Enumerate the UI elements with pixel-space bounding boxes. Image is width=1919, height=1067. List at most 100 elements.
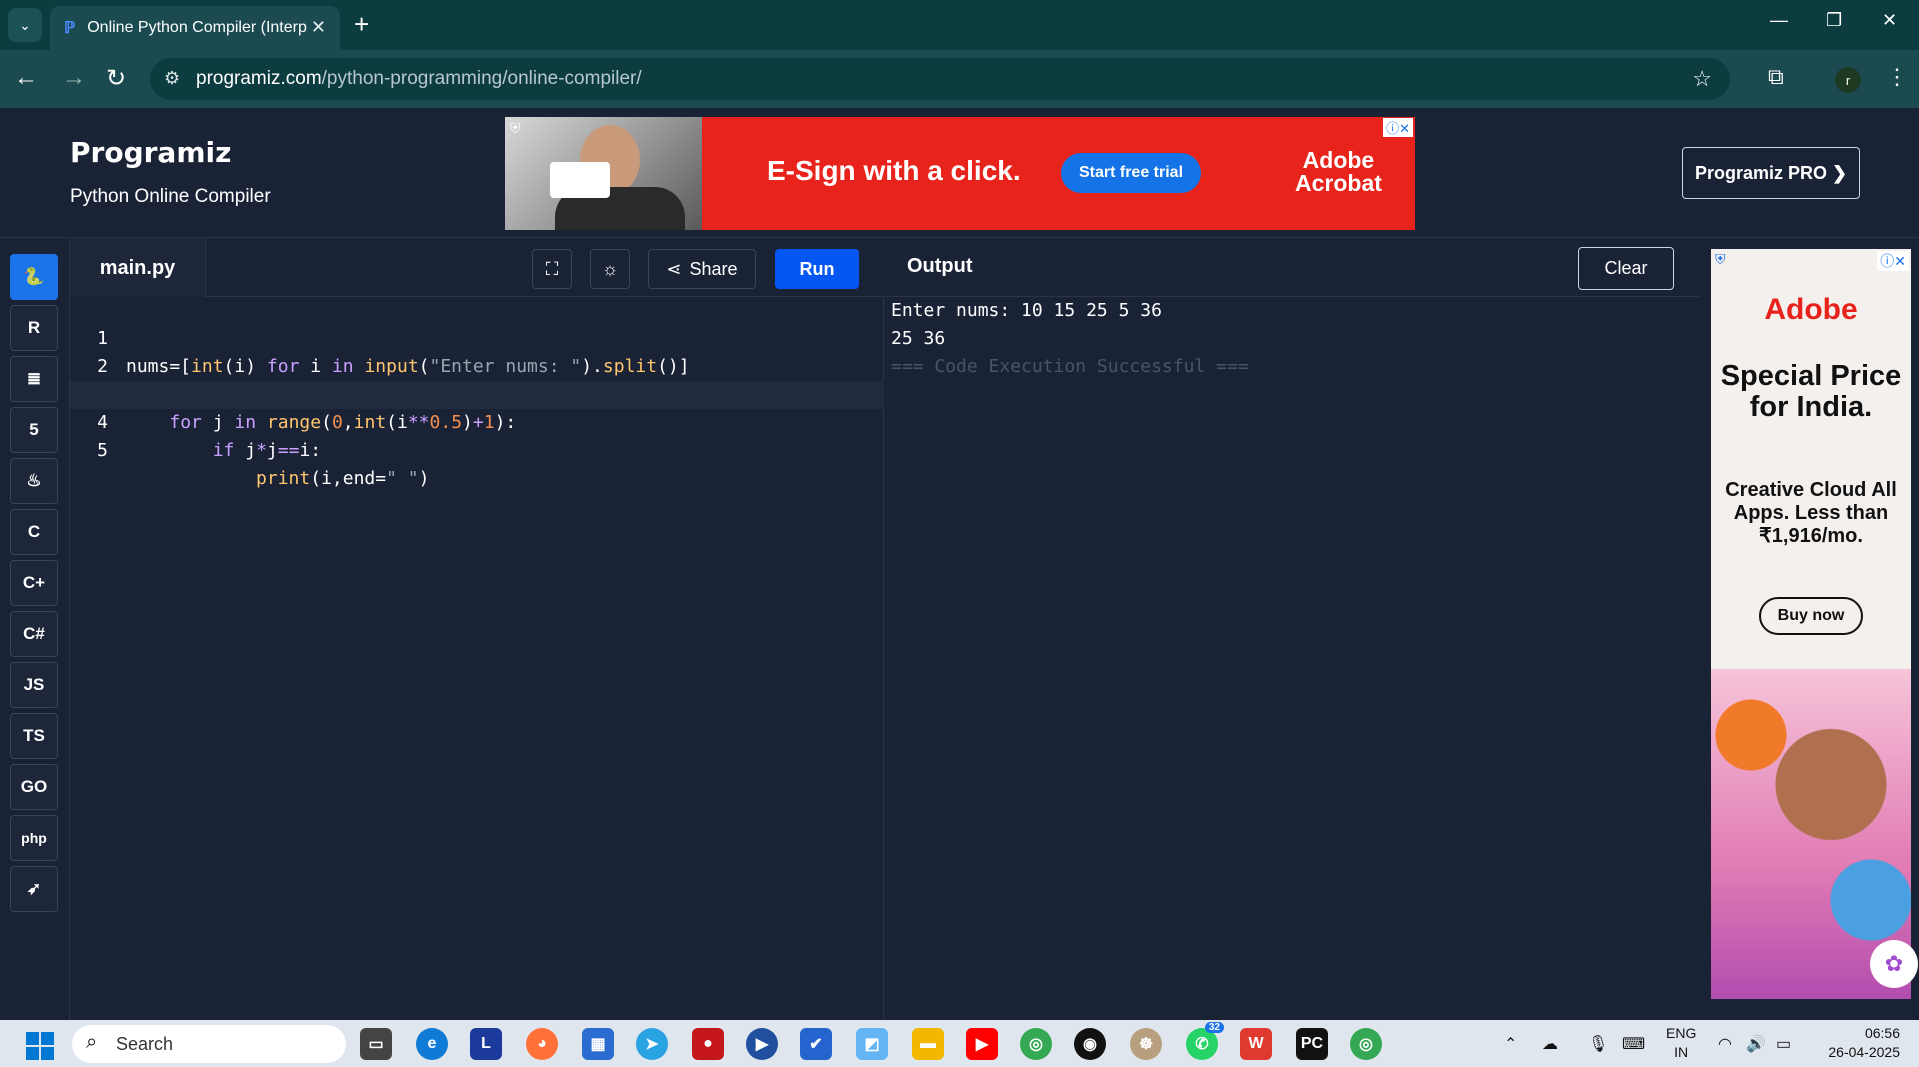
minimize-icon[interactable]: — (1770, 10, 1788, 31)
photos-icon[interactable]: ◩ (856, 1028, 888, 1060)
url-host: programiz.com (196, 68, 322, 89)
wifi-icon[interactable]: ◠ (1718, 1034, 1732, 1054)
browser-tab-active[interactable]: ℙ Online Python Compiler (Interp ✕ (50, 6, 340, 50)
sql-icon[interactable]: ≣ (10, 356, 58, 402)
task-view-icon[interactable]: ▭ (360, 1028, 392, 1060)
assistant-chip-icon[interactable]: ✿ (1870, 940, 1918, 988)
restore-icon[interactable]: ❐ (1826, 10, 1842, 31)
todo-icon[interactable]: ✔ (800, 1028, 832, 1060)
forward-icon[interactable]: → (62, 64, 86, 92)
site-header: Programiz Python Online Compiler ⛨ E-Sig… (0, 108, 1919, 238)
keyboard-icon[interactable]: ⌨ (1622, 1034, 1645, 1054)
side-ad-buy-button[interactable]: Buy now (1759, 597, 1863, 635)
code-line[interactable]: 5 print(i,end=" ") (70, 409, 884, 489)
go-icon[interactable]: GO (10, 764, 58, 810)
run-button[interactable]: Run (775, 249, 859, 289)
pycharm-icon[interactable]: PC (1296, 1028, 1328, 1060)
office-icon[interactable]: W (1240, 1028, 1272, 1060)
side-ad[interactable]: ⛨ ⓘ✕ Adobe Special Price for India. Crea… (1711, 249, 1911, 999)
battery-icon[interactable]: ▭ (1776, 1034, 1791, 1054)
volume-icon[interactable]: 🔊 (1746, 1034, 1766, 1054)
youtube-icon[interactable]: ▶ (966, 1028, 998, 1060)
address-bar-row: ← → ↻ ⚙ programiz.com/python-programming… (0, 50, 1919, 108)
notification-badge: 32 (1204, 1022, 1224, 1033)
onedrive-icon[interactable]: ☁ (1542, 1034, 1558, 1054)
new-tab-icon[interactable]: + (354, 10, 369, 38)
share-button[interactable]: ⋖ Share (648, 249, 756, 289)
language-line1: ENG (1666, 1025, 1697, 1041)
code-editor[interactable]: 1 nums=[int(i) for i in input("Enter num… (70, 297, 884, 1020)
telegram-icon[interactable]: ➤ (636, 1028, 668, 1060)
url-field[interactable]: ⚙ programiz.com/python-programming/onlin… (150, 58, 1730, 100)
c-icon[interactable]: C (10, 509, 58, 555)
ad-photo (505, 117, 702, 230)
l-app-icon[interactable]: L (470, 1028, 502, 1060)
programiz-logo[interactable]: Programiz (70, 136, 231, 169)
top-ad-banner[interactable]: ⛨ E-Sign with a click. Start free trial … (505, 117, 1415, 230)
swift-icon[interactable]: ➶ (10, 866, 58, 912)
output-console[interactable]: Enter nums: 10 15 25 5 36 25 36 === Code… (885, 297, 1699, 1020)
profile-avatar[interactable]: r (1835, 67, 1861, 93)
browser-menu-icon[interactable]: ⋮ (1886, 64, 1908, 90)
window-close-icon[interactable]: ✕ (1882, 10, 1897, 31)
chrome-profile-icon[interactable]: ◎ (1350, 1028, 1382, 1060)
file-explorer-icon[interactable]: ▬ (912, 1028, 944, 1060)
share-label: Share (689, 258, 738, 279)
taskbar-clock[interactable]: 06:56 26-04-2025 (1818, 1024, 1900, 1062)
clock-date: 26-04-2025 (1828, 1044, 1900, 1060)
code-line[interactable]: 1 nums=[int(i) for i in input("Enter num… (70, 297, 884, 377)
site-info-icon[interactable]: ⚙ (164, 68, 180, 89)
programiz-pro-button[interactable]: Programiz PRO ❯ (1682, 147, 1860, 199)
r-icon[interactable]: R (10, 305, 58, 351)
edge-icon[interactable]: e (416, 1028, 448, 1060)
microphone-icon[interactable]: 🎙 (1588, 1034, 1608, 1054)
reload-icon[interactable]: ↻ (106, 64, 126, 93)
recorder-icon[interactable]: ● (692, 1028, 724, 1060)
ts-icon[interactable]: TS (10, 713, 58, 759)
back-icon[interactable]: ← (14, 64, 38, 92)
app-icon[interactable]: ☸ (1130, 1028, 1162, 1060)
media-player-icon[interactable]: ▶ (746, 1028, 778, 1060)
extensions-icon[interactable]: ⧉ (1768, 64, 1784, 90)
html-icon[interactable]: 5 (10, 407, 58, 453)
url-path: /python-programming/online-compiler/ (321, 68, 642, 89)
output-status-line: === Code Execution Successful === (891, 356, 1249, 377)
file-tab-main[interactable]: main.py (70, 239, 206, 297)
tab-close-icon[interactable]: ✕ (311, 17, 326, 38)
tab-search-menu-icon[interactable]: ⌄ (8, 8, 42, 42)
csharp-icon[interactable]: C# (10, 611, 58, 657)
code-line[interactable]: 2 for i in nums: (70, 325, 884, 405)
python-icon[interactable]: 🐍 (10, 254, 58, 300)
taskbar-search-placeholder: Search (116, 1033, 174, 1054)
code-line-active[interactable]: 4 if j*j==i: (70, 381, 884, 461)
github-icon[interactable]: ◉ (1074, 1028, 1106, 1060)
chrome-icon[interactable]: ◎ (1020, 1028, 1052, 1060)
line-code: print(i,end=" ") (256, 468, 430, 489)
output-line: 25 36 (891, 328, 946, 349)
fullscreen-icon[interactable]: ⛶ (532, 249, 572, 289)
start-windows-icon[interactable] (26, 1032, 54, 1060)
bookmark-star-icon[interactable]: ☆ (1692, 66, 1712, 92)
code-line[interactable]: 3 for j in range(0,int(i**0.5)+1): (70, 353, 884, 433)
clear-button[interactable]: Clear (1578, 247, 1674, 290)
js-icon[interactable]: JS (10, 662, 58, 708)
search-icon: ⌕ (86, 1031, 98, 1053)
language-indicator[interactable]: ENG IN (1666, 1024, 1696, 1062)
firefox-icon[interactable]: ◕ (526, 1028, 558, 1060)
whatsapp-icon[interactable]: ✆ 32 (1186, 1022, 1224, 1060)
ad-info-close-icon[interactable]: ⓘ✕ (1877, 251, 1909, 271)
cpp-icon[interactable]: C+ (10, 560, 58, 606)
clock-time: 06:56 (1864, 1025, 1900, 1041)
output-toolbar: Output Clear (885, 239, 1699, 297)
tray-overflow-icon[interactable]: ⌃ (1504, 1034, 1517, 1054)
ad-cta-button[interactable]: Start free trial (1061, 153, 1201, 193)
theme-toggle-icon[interactable]: ☼ (590, 249, 630, 289)
ad-info-close-icon[interactable]: ⓘ✕ (1383, 118, 1413, 137)
ad-shield-icon: ⛨ (1715, 251, 1726, 267)
taskbar-search[interactable]: ⌕ Search (72, 1025, 346, 1063)
store-icon[interactable]: ▦ (582, 1028, 614, 1060)
php-icon[interactable]: php (10, 815, 58, 861)
output-title: Output (907, 255, 973, 277)
side-ad-body: Creative Cloud All Apps. Less than ₹1,91… (1725, 479, 1897, 547)
java-icon[interactable]: ♨ (10, 458, 58, 504)
